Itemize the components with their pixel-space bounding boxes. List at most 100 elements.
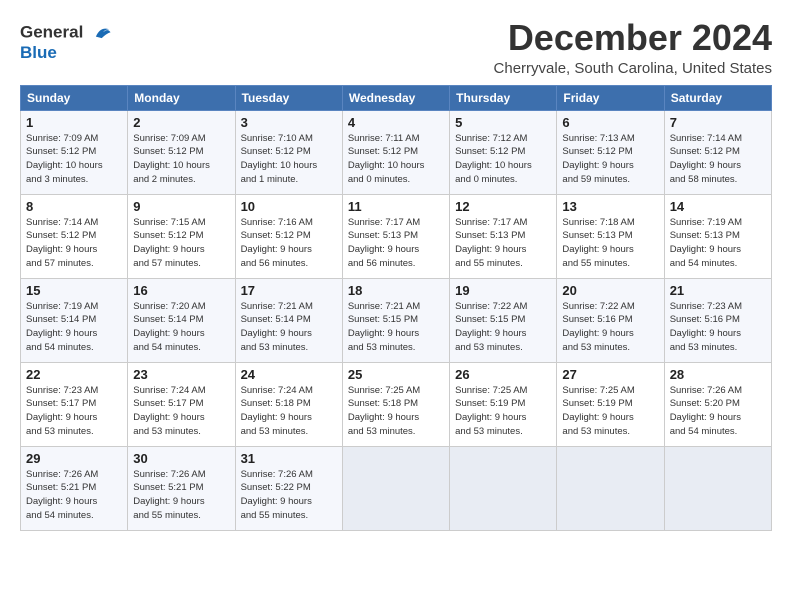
day-info: Sunrise: 7:21 AM Sunset: 5:14 PM Dayligh…: [241, 300, 337, 355]
day-info: Sunrise: 7:26 AM Sunset: 5:21 PM Dayligh…: [26, 468, 122, 523]
day-info: Sunrise: 7:24 AM Sunset: 5:18 PM Dayligh…: [241, 384, 337, 439]
day-info: Sunrise: 7:17 AM Sunset: 5:13 PM Dayligh…: [348, 216, 444, 271]
calendar-cell: 9 Sunrise: 7:15 AM Sunset: 5:12 PM Daylig…: [128, 194, 235, 278]
calendar-cell: 5 Sunrise: 7:12 AM Sunset: 5:12 PM Daylig…: [450, 110, 557, 194]
day-number: 20: [562, 283, 658, 298]
logo-line2: Blue: [20, 44, 112, 63]
calendar-cell: 25 Sunrise: 7:25 AM Sunset: 5:18 PM Dayli…: [342, 362, 449, 446]
day-number: 25: [348, 367, 444, 382]
day-number: 13: [562, 199, 658, 214]
calendar-cell: 1 Sunrise: 7:09 AM Sunset: 5:12 PM Daylig…: [21, 110, 128, 194]
logo-line1: General: [20, 22, 112, 44]
calendar-week-row: 22 Sunrise: 7:23 AM Sunset: 5:17 PM Dayli…: [21, 362, 772, 446]
day-info: Sunrise: 7:18 AM Sunset: 5:13 PM Dayligh…: [562, 216, 658, 271]
month-title: December 2024: [494, 18, 772, 58]
calendar-cell: 4 Sunrise: 7:11 AM Sunset: 5:12 PM Daylig…: [342, 110, 449, 194]
day-number: 10: [241, 199, 337, 214]
calendar-cell: 2Sunrise: 7:09 AM Sunset: 5:12 PM Daylig…: [128, 110, 235, 194]
calendar-cell: 31Sunrise: 7:26 AM Sunset: 5:22 PM Dayli…: [235, 446, 342, 530]
header-wednesday: Wednesday: [342, 85, 449, 110]
day-info: Sunrise: 7:14 AM Sunset: 5:12 PM Dayligh…: [26, 216, 122, 271]
day-info: Sunrise: 7:11 AM Sunset: 5:12 PM Dayligh…: [348, 132, 444, 187]
calendar-cell: 29 Sunrise: 7:26 AM Sunset: 5:21 PM Dayli…: [21, 446, 128, 530]
day-number: 29: [26, 451, 122, 466]
calendar-cell: [450, 446, 557, 530]
day-info: Sunrise: 7:22 AM Sunset: 5:15 PM Dayligh…: [455, 300, 551, 355]
day-number: 21: [670, 283, 766, 298]
calendar-cell: 7 Sunrise: 7:14 AM Sunset: 5:12 PM Daylig…: [664, 110, 771, 194]
day-number: 15: [26, 283, 122, 298]
calendar-cell: 8Sunrise: 7:14 AM Sunset: 5:12 PM Daylig…: [21, 194, 128, 278]
calendar-cell: [664, 446, 771, 530]
day-number: 23: [133, 367, 229, 382]
day-info: Sunrise: 7:23 AM Sunset: 5:16 PM Dayligh…: [670, 300, 766, 355]
calendar-cell: 3Sunrise: 7:10 AM Sunset: 5:12 PM Daylig…: [235, 110, 342, 194]
header-thursday: Thursday: [450, 85, 557, 110]
header: General Blue December 2024 Cherryvale, S…: [20, 18, 772, 77]
day-number: 4: [348, 115, 444, 130]
calendar-cell: 17 Sunrise: 7:21 AM Sunset: 5:14 PM Dayli…: [235, 278, 342, 362]
day-number: 12: [455, 199, 551, 214]
weekday-header-row: Sunday Monday Tuesday Wednesday Thursday…: [21, 85, 772, 110]
calendar-cell: 13 Sunrise: 7:18 AM Sunset: 5:13 PM Dayli…: [557, 194, 664, 278]
calendar-cell: 27 Sunrise: 7:25 AM Sunset: 5:19 PM Dayli…: [557, 362, 664, 446]
day-info: Sunrise: 7:12 AM Sunset: 5:12 PM Dayligh…: [455, 132, 551, 187]
day-number: 28: [670, 367, 766, 382]
day-number: 22: [26, 367, 122, 382]
day-info: Sunrise: 7:14 AM Sunset: 5:12 PM Dayligh…: [670, 132, 766, 187]
calendar-cell: 26 Sunrise: 7:25 AM Sunset: 5:19 PM Dayli…: [450, 362, 557, 446]
day-info: Sunrise: 7:22 AM Sunset: 5:16 PM Dayligh…: [562, 300, 658, 355]
calendar-cell: 30 Sunrise: 7:26 AM Sunset: 5:21 PM Dayli…: [128, 446, 235, 530]
day-info: Sunrise: 7:13 AM Sunset: 5:12 PM Dayligh…: [562, 132, 658, 187]
calendar-week-row: 15 Sunrise: 7:19 AM Sunset: 5:14 PM Dayli…: [21, 278, 772, 362]
day-info: Sunrise: 7:19 AM Sunset: 5:14 PM Dayligh…: [26, 300, 122, 355]
day-info: Sunrise: 7:26 AM Sunset: 5:20 PM Dayligh…: [670, 384, 766, 439]
calendar-week-row: 8Sunrise: 7:14 AM Sunset: 5:12 PM Daylig…: [21, 194, 772, 278]
day-info: Sunrise: 7:23 AM Sunset: 5:17 PM Dayligh…: [26, 384, 122, 439]
logo-bird-icon: [90, 22, 112, 44]
logo: General Blue: [20, 22, 112, 63]
title-block: December 2024 Cherryvale, South Carolina…: [494, 18, 772, 77]
day-info: Sunrise: 7:15 AM Sunset: 5:12 PM Dayligh…: [133, 216, 229, 271]
calendar-table: Sunday Monday Tuesday Wednesday Thursday…: [20, 85, 772, 531]
day-info: Sunrise: 7:09 AM Sunset: 5:12 PM Dayligh…: [26, 132, 122, 187]
day-info: Sunrise: 7:26 AM Sunset: 5:22 PM Dayligh…: [241, 468, 337, 523]
day-number: 2: [133, 115, 229, 130]
calendar-cell: 24 Sunrise: 7:24 AM Sunset: 5:18 PM Dayli…: [235, 362, 342, 446]
day-number: 9: [133, 199, 229, 214]
calendar-cell: 20 Sunrise: 7:22 AM Sunset: 5:16 PM Dayli…: [557, 278, 664, 362]
day-number: 26: [455, 367, 551, 382]
day-number: 30: [133, 451, 229, 466]
calendar-cell: 15 Sunrise: 7:19 AM Sunset: 5:14 PM Dayli…: [21, 278, 128, 362]
calendar-cell: 22 Sunrise: 7:23 AM Sunset: 5:17 PM Dayli…: [21, 362, 128, 446]
day-number: 5: [455, 115, 551, 130]
header-sunday: Sunday: [21, 85, 128, 110]
day-info: Sunrise: 7:10 AM Sunset: 5:12 PM Dayligh…: [241, 132, 337, 187]
day-number: 27: [562, 367, 658, 382]
day-info: Sunrise: 7:26 AM Sunset: 5:21 PM Dayligh…: [133, 468, 229, 523]
day-info: Sunrise: 7:24 AM Sunset: 5:17 PM Dayligh…: [133, 384, 229, 439]
day-info: Sunrise: 7:25 AM Sunset: 5:19 PM Dayligh…: [455, 384, 551, 439]
day-info: Sunrise: 7:25 AM Sunset: 5:19 PM Dayligh…: [562, 384, 658, 439]
day-number: 1: [26, 115, 122, 130]
calendar-cell: 14 Sunrise: 7:19 AM Sunset: 5:13 PM Dayli…: [664, 194, 771, 278]
day-info: Sunrise: 7:19 AM Sunset: 5:13 PM Dayligh…: [670, 216, 766, 271]
header-tuesday: Tuesday: [235, 85, 342, 110]
day-number: 6: [562, 115, 658, 130]
day-number: 14: [670, 199, 766, 214]
day-info: Sunrise: 7:17 AM Sunset: 5:13 PM Dayligh…: [455, 216, 551, 271]
calendar-cell: 23 Sunrise: 7:24 AM Sunset: 5:17 PM Dayli…: [128, 362, 235, 446]
day-number: 17: [241, 283, 337, 298]
header-saturday: Saturday: [664, 85, 771, 110]
location-text: Cherryvale, South Carolina, United State…: [494, 60, 772, 77]
day-number: 18: [348, 283, 444, 298]
calendar-cell: 12 Sunrise: 7:17 AM Sunset: 5:13 PM Dayli…: [450, 194, 557, 278]
calendar-cell: 11Sunrise: 7:17 AM Sunset: 5:13 PM Dayli…: [342, 194, 449, 278]
day-number: 24: [241, 367, 337, 382]
calendar-cell: 10Sunrise: 7:16 AM Sunset: 5:12 PM Dayli…: [235, 194, 342, 278]
day-number: 19: [455, 283, 551, 298]
day-info: Sunrise: 7:21 AM Sunset: 5:15 PM Dayligh…: [348, 300, 444, 355]
day-info: Sunrise: 7:25 AM Sunset: 5:18 PM Dayligh…: [348, 384, 444, 439]
calendar-cell: 6 Sunrise: 7:13 AM Sunset: 5:12 PM Daylig…: [557, 110, 664, 194]
day-number: 7: [670, 115, 766, 130]
